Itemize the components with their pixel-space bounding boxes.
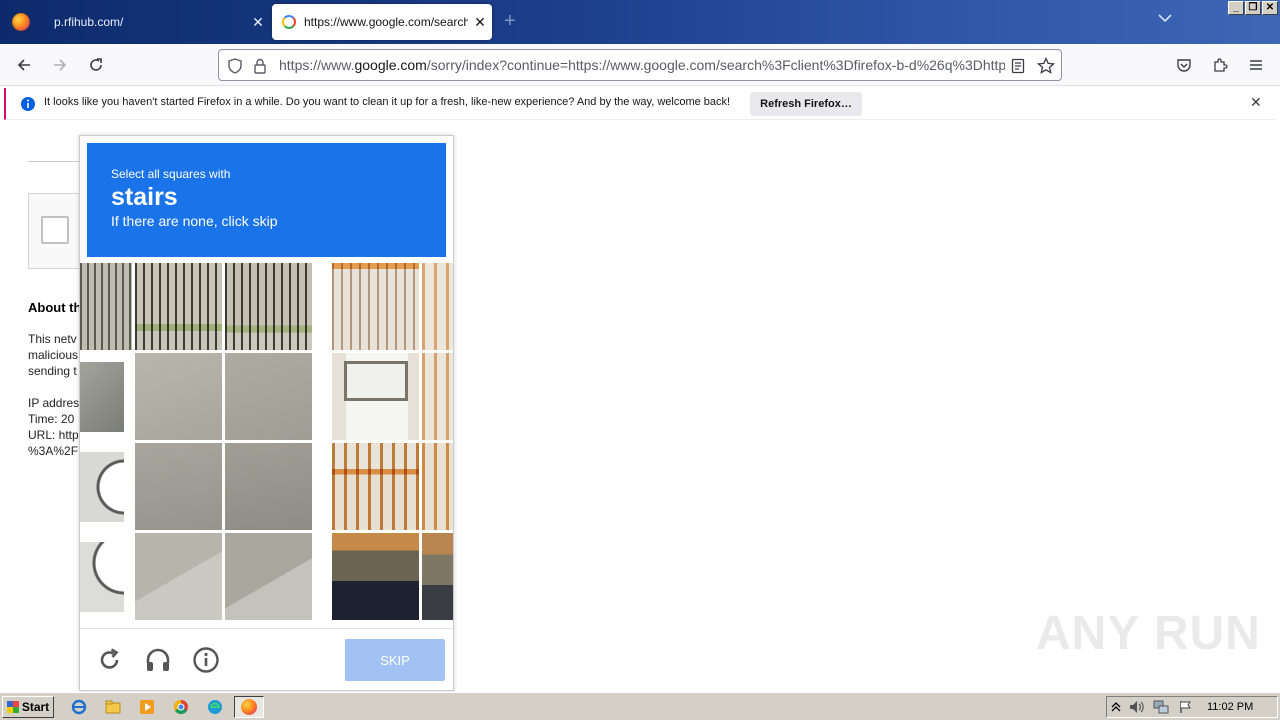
refresh-firefox-button[interactable]: Refresh Firefox… — [750, 92, 862, 116]
edge-icon[interactable] — [206, 698, 224, 716]
bookmark-star-icon[interactable] — [1037, 57, 1055, 75]
tab-close-icon[interactable]: ✕ — [468, 14, 492, 31]
image-tile[interactable] — [225, 533, 312, 620]
image-tile[interactable] — [80, 542, 124, 612]
recaptcha-challenge: Select all squares with stairs If there … — [79, 135, 454, 691]
tab-title: https://www.google.com/search?c — [304, 15, 468, 29]
window-image — [344, 361, 408, 401]
nav-bar: https://www.google.com/sorry/index?conti… — [0, 44, 1280, 86]
tab-google-search[interactable]: https://www.google.com/search?c ✕ — [272, 4, 492, 40]
reader-view-icon[interactable] — [1011, 58, 1025, 74]
image-tile[interactable] — [332, 443, 419, 530]
challenge-header: Select all squares with stairs If there … — [87, 143, 446, 257]
window-close-button[interactable]: ✕ — [1262, 1, 1278, 15]
image-tile[interactable] — [422, 353, 453, 440]
url-bar[interactable]: https://www.google.com/sorry/index?conti… — [218, 49, 1062, 81]
app-menu-button[interactable] — [1242, 51, 1270, 79]
url-text[interactable]: https://www.google.com/sorry/index?conti… — [279, 57, 1005, 73]
url-domain: google.com — [354, 57, 427, 73]
clock[interactable]: 11:02 PM — [1207, 701, 1253, 713]
start-button[interactable]: Start — [2, 696, 54, 718]
ie-icon[interactable] — [70, 698, 88, 716]
pocket-button[interactable] — [1170, 51, 1198, 79]
network-icon[interactable] — [1153, 700, 1169, 714]
minimize-button[interactable]: _ — [1228, 1, 1244, 15]
chrome-icon[interactable] — [172, 698, 190, 716]
notification-close-icon[interactable]: ✕ — [1250, 94, 1262, 111]
audio-icon — [146, 648, 170, 671]
image-tile[interactable] — [422, 263, 453, 350]
tab-title: p.rfihub.com/ — [54, 15, 124, 29]
tab-strip: p.rfihub.com/ ✕ https://www.google.com/s… — [0, 0, 1280, 44]
start-label: Start — [21, 700, 50, 714]
url-path: /sorry/index?continue=https://www.google… — [426, 57, 1005, 73]
reload-icon — [100, 648, 119, 669]
extensions-button[interactable] — [1206, 51, 1234, 79]
image-tile[interactable] — [135, 533, 222, 620]
image-tile-grid — [80, 263, 453, 621]
skip-hint: If there are none, click skip — [111, 213, 278, 229]
shield-icon[interactable] — [227, 58, 243, 74]
notification-message: It looks like you haven't started Firefo… — [44, 96, 731, 108]
tab-close-icon[interactable]: ✕ — [246, 14, 270, 31]
hamburger-icon — [1250, 60, 1262, 70]
reload-challenge-button[interactable] — [95, 645, 125, 675]
info-icon — [193, 647, 219, 673]
firefox-icon[interactable] — [0, 0, 42, 44]
image-tile[interactable] — [422, 533, 453, 620]
instruction-text: Select all squares with — [111, 167, 231, 181]
explorer-icon[interactable] — [104, 698, 122, 716]
image-tile[interactable] — [225, 263, 312, 350]
google-favicon-icon — [282, 15, 296, 29]
new-tab-button[interactable]: + — [504, 10, 516, 32]
system-tray: 11:02 PM — [1106, 696, 1278, 718]
image-tile[interactable] — [80, 452, 124, 522]
anyrun-watermark: ANY RUN — [1036, 607, 1261, 660]
forward-arrow-icon — [54, 59, 67, 71]
taskbar: Start 11:02 PM — [0, 692, 1280, 720]
lock-icon[interactable] — [253, 58, 267, 74]
restore-button[interactable]: ❐ — [1245, 1, 1261, 15]
skip-button[interactable]: SKIP — [345, 639, 445, 681]
media-player-icon[interactable] — [138, 698, 156, 716]
info-icon — [21, 97, 35, 111]
windows-logo-icon — [6, 701, 19, 713]
image-tile[interactable] — [225, 353, 312, 440]
challenge-footer: SKIP — [80, 628, 453, 690]
image-tile[interactable] — [332, 533, 419, 620]
image-tile[interactable] — [422, 443, 453, 530]
image-tile[interactable] — [80, 263, 132, 350]
reload-button[interactable] — [82, 51, 110, 79]
audio-challenge-button[interactable] — [143, 645, 173, 675]
puzzle-icon — [1214, 58, 1228, 72]
back-button[interactable] — [10, 51, 38, 79]
firefox-taskbar-button[interactable] — [234, 696, 264, 718]
back-arrow-icon — [17, 59, 30, 71]
image-tile[interactable] — [225, 443, 312, 530]
list-all-tabs-icon[interactable] — [1158, 12, 1172, 26]
target-object: stairs — [111, 183, 178, 211]
firefox-icon — [241, 699, 257, 715]
image-tile[interactable] — [332, 353, 419, 440]
image-tile[interactable] — [135, 443, 222, 530]
pocket-icon — [1177, 59, 1191, 72]
help-button[interactable] — [191, 645, 221, 675]
action-center-flag-icon[interactable] — [1179, 700, 1193, 714]
tab-rfihub[interactable]: p.rfihub.com/ ✕ — [42, 4, 270, 40]
volume-icon[interactable] — [1129, 700, 1145, 714]
image-tile[interactable] — [332, 263, 419, 350]
recaptcha-checkbox[interactable] — [41, 216, 69, 244]
image-tile[interactable] — [80, 362, 124, 432]
show-hidden-icons-icon[interactable] — [1111, 701, 1121, 713]
image-tile[interactable] — [135, 353, 222, 440]
notification-bar: It looks like you haven't started Firefo… — [4, 88, 1276, 120]
about-heading: About th — [28, 300, 82, 315]
forward-button[interactable] — [46, 51, 74, 79]
image-tile[interactable] — [135, 263, 222, 350]
url-prefix: https://www. — [279, 57, 355, 73]
reload-icon — [90, 58, 102, 71]
